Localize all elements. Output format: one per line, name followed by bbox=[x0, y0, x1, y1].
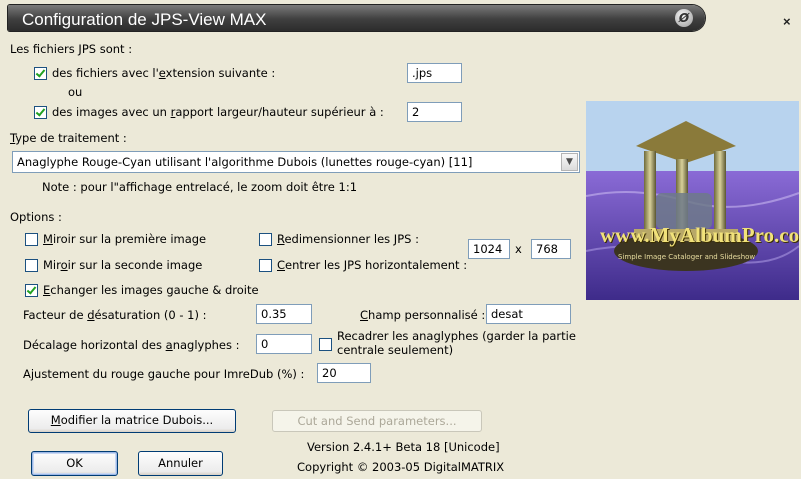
close-icon[interactable]: × bbox=[783, 14, 791, 29]
logo-url-text: www.MyAlbumPro.com bbox=[600, 223, 799, 247]
desat-field[interactable]: 0.35 bbox=[256, 304, 312, 324]
options-label: Options : bbox=[10, 210, 62, 224]
custom-field-label: Champ personnalisé : bbox=[360, 308, 486, 322]
window-title: Configuration de JPS-View MAX bbox=[22, 10, 267, 29]
ratio-option-label: des images avec un rapport largeur/haute… bbox=[52, 105, 384, 119]
title-bar-pill[interactable]: Configuration de JPS-View MAX Ø bbox=[8, 5, 705, 31]
logo-subtitle: Simple Image Cataloger and Slideshow bbox=[618, 253, 756, 261]
red-adjust-field[interactable]: 20 bbox=[317, 363, 371, 383]
treatment-select[interactable]: Anaglyphe Rouge-Cyan utilisant l'algorit… bbox=[12, 151, 580, 173]
mirror-first-checkbox[interactable] bbox=[25, 233, 38, 246]
or-label: ou bbox=[68, 85, 83, 99]
center-label: Centrer les JPS horizontalement : bbox=[277, 258, 468, 272]
recenter-label: Recadrer les anaglyphes (garder la parti… bbox=[337, 329, 576, 357]
treatment-label: Type de traitement : bbox=[10, 131, 127, 145]
modify-dubois-button[interactable]: Modifier la matrice Dubois... bbox=[28, 409, 236, 433]
mirror-first-label: Miroir sur la première image bbox=[43, 232, 207, 246]
swap-label: Echanger les images gauche & droite bbox=[43, 283, 259, 297]
recenter-checkbox[interactable] bbox=[319, 338, 332, 351]
ratio-checkbox[interactable] bbox=[34, 106, 47, 119]
swap-checkbox[interactable] bbox=[25, 284, 38, 297]
offset-field[interactable]: 0 bbox=[256, 334, 312, 354]
copyright-text: Copyright © 2003-05 DigitalMATRIX bbox=[297, 460, 505, 474]
height-field[interactable]: 768 bbox=[531, 239, 571, 259]
treatment-selected-value: Anaglyphe Rouge-Cyan utilisant l'algorit… bbox=[17, 155, 473, 169]
resize-label: Redimensionner les JPS : bbox=[277, 232, 419, 246]
myalbumpro-logo: www.MyAlbumPro.com Simple Image Cataloge… bbox=[586, 101, 799, 300]
mirror-second-checkbox[interactable] bbox=[25, 259, 38, 272]
zoom-note: Note : pour l"affichage entrelacé, le zo… bbox=[42, 180, 358, 194]
custom-field[interactable]: desat bbox=[486, 304, 571, 324]
red-adjust-label: Ajustement du rouge gauche pour ImreDub … bbox=[23, 367, 305, 381]
offset-label: Décalage horizontal des anaglyphes : bbox=[23, 338, 240, 352]
times-label: x bbox=[515, 242, 522, 256]
mirror-second-label: Miroir sur la seconde image bbox=[43, 258, 203, 272]
width-field[interactable]: 1024 bbox=[468, 239, 510, 259]
extension-checkbox[interactable] bbox=[34, 67, 47, 80]
center-checkbox[interactable] bbox=[259, 259, 272, 272]
jps-view-logo-icon[interactable]: Ø bbox=[675, 9, 693, 27]
title-bar: Configuration de JPS-View MAX Ø × bbox=[0, 0, 801, 35]
extension-field[interactable]: .jps bbox=[407, 63, 462, 83]
files-section-label: Les fichiers JPS sont : bbox=[10, 42, 133, 56]
resize-checkbox[interactable] bbox=[259, 233, 272, 246]
logo-artwork bbox=[586, 101, 799, 300]
extension-option-label: des fichiers avec l'extension suivante : bbox=[52, 66, 276, 80]
ratio-field[interactable]: 2 bbox=[407, 102, 462, 122]
desat-label: Facteur de désaturation (0 - 1) : bbox=[23, 308, 207, 322]
cut-and-send-button[interactable]: Cut and Send parameters... bbox=[272, 410, 482, 432]
version-text: Version 2.4.1+ Beta 18 [Unicode] bbox=[307, 440, 500, 454]
ok-button[interactable]: OK bbox=[31, 451, 118, 476]
cancel-button[interactable]: Annuler bbox=[138, 451, 223, 476]
chevron-down-icon[interactable]: ▼ bbox=[561, 153, 578, 171]
